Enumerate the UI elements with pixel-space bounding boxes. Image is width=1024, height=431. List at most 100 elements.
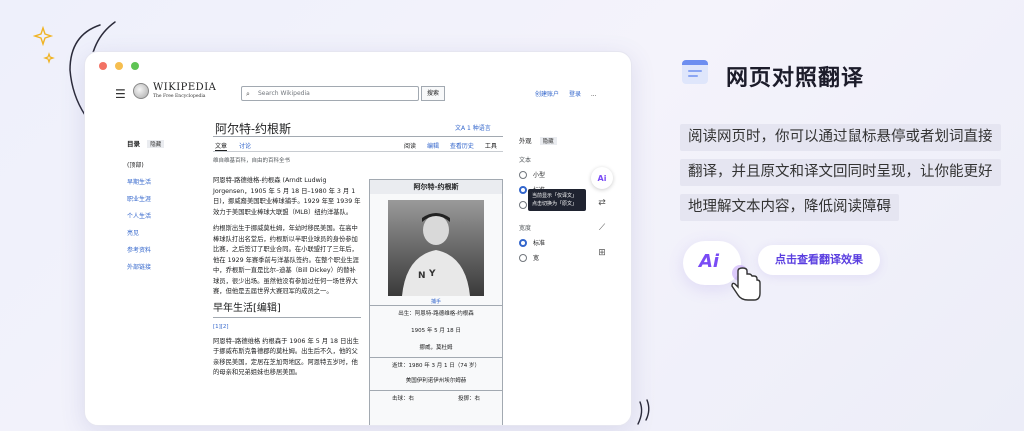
grid-icon: ⊞ bbox=[598, 248, 606, 258]
description-line: 翻译，并且原文和译文回同时呈现，让你能更好 bbox=[680, 159, 1001, 186]
window-controls bbox=[99, 62, 139, 70]
webpage-icon bbox=[682, 60, 708, 84]
infobox-born: 出生：阿恩特-路德维格-约根森 1905 年 5 月 18 日 挪威，莫杜姆 bbox=[370, 305, 502, 357]
view-tabs: 阅读 编辑 查看历史 工具 bbox=[395, 141, 497, 150]
wiki-brand[interactable]: WIKIPEDIA bbox=[153, 82, 216, 93]
bats-label: 击球： bbox=[391, 396, 409, 402]
radio-button[interactable] bbox=[519, 253, 527, 262]
died-place: 美国伊利诺伊州埃尔姆赫 bbox=[405, 378, 467, 384]
browser-window: ☰ WIKIPEDIA The Free Encyclopedia ⌕ Sear… bbox=[84, 51, 632, 426]
translate-icon: ⇄ bbox=[598, 198, 606, 208]
page-subtitle: 维自维基百科，自由的百科全书 bbox=[213, 158, 291, 164]
radio-button[interactable] bbox=[519, 200, 527, 209]
toc-item[interactable]: 个人生活 bbox=[127, 211, 197, 220]
toc-header: 目录 隐藏 bbox=[127, 138, 197, 148]
article-paragraph: 阿恩特-路德维格-约根森 (Arndt Ludwig Jorgensen，190… bbox=[213, 177, 361, 216]
tab-article[interactable]: 文章 bbox=[215, 143, 228, 151]
tabs-divider bbox=[213, 151, 503, 152]
section-heading: 早年生活[编辑] bbox=[213, 302, 361, 318]
minimize-dot[interactable] bbox=[115, 62, 123, 70]
tooltip-line: 点击切换为「原文」 bbox=[532, 201, 578, 207]
article-body: 阿恩特-路德维格-约根森 (Arndt Ludwig Jorgensen，190… bbox=[213, 176, 361, 385]
ai-logo-icon: Ai bbox=[597, 173, 607, 183]
maximize-dot[interactable] bbox=[131, 62, 139, 70]
page-title: 阿尔特-约根斯 bbox=[215, 122, 292, 136]
language-link[interactable]: 文A 1 种语言 bbox=[455, 123, 491, 132]
toc-item[interactable]: 早期生活 bbox=[127, 177, 197, 186]
player-photo[interactable]: N Y bbox=[388, 200, 484, 296]
radio-button[interactable] bbox=[519, 185, 527, 194]
login-link[interactable]: 登录 bbox=[569, 91, 581, 98]
tooltip-line: 当前显示「仅译文」 bbox=[532, 193, 578, 199]
table-of-contents: 目录 隐藏 (顶部) 早期生活 职业生涯 个人生活 亮见 参考资料 外部链接 bbox=[127, 138, 197, 271]
floating-toolbar: Ai ⇄ ⟋ ⊞ bbox=[591, 167, 615, 267]
tab-read[interactable]: 阅读 bbox=[404, 143, 416, 150]
width-option[interactable]: 宽 bbox=[519, 253, 599, 262]
svg-text:Y: Y bbox=[428, 269, 436, 279]
infobox-bats-throws: 击球：右 投掷：右 bbox=[370, 390, 502, 405]
feature-title: 网页对照翻译 bbox=[726, 66, 865, 91]
died-label: 逝世： bbox=[392, 363, 409, 369]
search-placeholder: Search Wikipedia bbox=[258, 90, 310, 97]
translate-icon: 文A bbox=[455, 125, 466, 132]
radio-label: 宽 bbox=[533, 255, 540, 262]
section-edit-link[interactable]: [编辑] bbox=[253, 303, 281, 314]
infobox-died: 逝世：1980 年 3 月 1 日（74 岁） 美国伊利诺伊州埃尔姆赫 bbox=[370, 357, 502, 390]
radio-button[interactable] bbox=[519, 238, 527, 247]
view-translation-button[interactable]: 点击查看翻译效果 bbox=[758, 245, 880, 275]
wikipedia-globe-icon[interactable] bbox=[133, 83, 149, 99]
section-heading-text: 早年生活 bbox=[213, 302, 253, 314]
born-label: 出生： bbox=[398, 311, 415, 317]
throws-value: 右 bbox=[474, 396, 481, 402]
width-option[interactable]: 标准 bbox=[519, 238, 599, 247]
ai-translate-button[interactable]: Ai bbox=[591, 167, 613, 189]
ai-logo-icon: Ai bbox=[699, 251, 720, 272]
died-date: 1980 年 3 月 1 日（74 岁） bbox=[408, 363, 480, 369]
text-size-option[interactable]: 小型 bbox=[519, 170, 599, 179]
toc-item[interactable]: 参考资料 bbox=[127, 245, 197, 254]
appearance-hide-button[interactable]: 隐藏 bbox=[539, 137, 557, 145]
grid-button[interactable]: ⊞ bbox=[591, 242, 613, 264]
article-paragraph: 阿恩特–路德维格 约根森于 1906 年 5 月 18 日出生于挪威布斯克鲁德郡… bbox=[213, 337, 359, 377]
radio-button[interactable] bbox=[519, 170, 527, 179]
tab-history[interactable]: 查看历史 bbox=[450, 143, 474, 150]
magic-wand-icon: ⟋ bbox=[598, 223, 606, 233]
close-dot[interactable] bbox=[99, 62, 107, 70]
toc-title: 目录 bbox=[127, 140, 140, 148]
toc-item[interactable]: 外部链接 bbox=[127, 262, 197, 271]
citation-link[interactable]: [1][2] bbox=[213, 322, 361, 333]
pointer-hand-icon bbox=[731, 265, 761, 301]
clear-button[interactable]: ⟋ bbox=[591, 217, 613, 239]
more-menu[interactable]: ... bbox=[591, 91, 597, 98]
search-input[interactable]: ⌕ Search Wikipedia bbox=[241, 86, 419, 101]
translate-page-button[interactable]: ⇄ bbox=[591, 192, 613, 214]
translate-tooltip: 当前显示「仅译文」 点击切换为「原文」 bbox=[528, 189, 586, 211]
infobox-title: 阿尔特-约根斯 bbox=[370, 180, 502, 194]
born-place: 挪威，莫杜姆 bbox=[419, 345, 453, 351]
header-links: 创建账户 登录 ... bbox=[535, 89, 605, 98]
tab-edit[interactable]: 编辑 bbox=[427, 143, 439, 150]
tab-talk[interactable]: 讨论 bbox=[239, 143, 251, 150]
namespace-tabs: 文章 讨论 bbox=[215, 141, 261, 151]
appearance-header: 外观 隐藏 bbox=[519, 136, 599, 145]
description-line: 地理解文本内容，降低阅读障碍 bbox=[680, 194, 899, 221]
webpage-icon-line bbox=[688, 70, 702, 72]
infobox-caption[interactable]: 捕手 bbox=[370, 298, 502, 305]
infobox: 阿尔特-约根斯 N Y 捕手 出生：阿恩特-路德维格-约根森 1905 年 5 … bbox=[369, 179, 503, 425]
sparkle-icon bbox=[33, 25, 55, 64]
toc-item[interactable]: (顶部) bbox=[127, 160, 197, 169]
tab-tools[interactable]: 工具 bbox=[485, 143, 497, 150]
article-paragraph: 约根斯出生于挪威莫杜姆，年幼时移民美国。在高中棒球队打出名堂后，约根斯以半职业球… bbox=[213, 225, 359, 295]
create-account-link[interactable]: 创建账户 bbox=[535, 91, 559, 98]
text-size-label: 文本 bbox=[519, 157, 532, 164]
svg-text:N: N bbox=[418, 271, 426, 281]
language-link-label: 1 种语言 bbox=[467, 125, 491, 132]
born-date: 1905 年 5 月 18 日 bbox=[411, 328, 461, 334]
feature-description: 阅读网页时，你可以通过鼠标悬停或者划词直接 翻译，并且原文和译文回同时呈现，让你… bbox=[680, 124, 1001, 229]
webpage-icon-line bbox=[688, 75, 698, 77]
menu-icon[interactable]: ☰ bbox=[115, 87, 126, 101]
toc-item[interactable]: 职业生涯 bbox=[127, 194, 197, 203]
search-button[interactable]: 搜索 bbox=[421, 86, 445, 101]
toc-item[interactable]: 亮见 bbox=[127, 228, 197, 237]
toc-hide-button[interactable]: 隐藏 bbox=[147, 140, 165, 148]
